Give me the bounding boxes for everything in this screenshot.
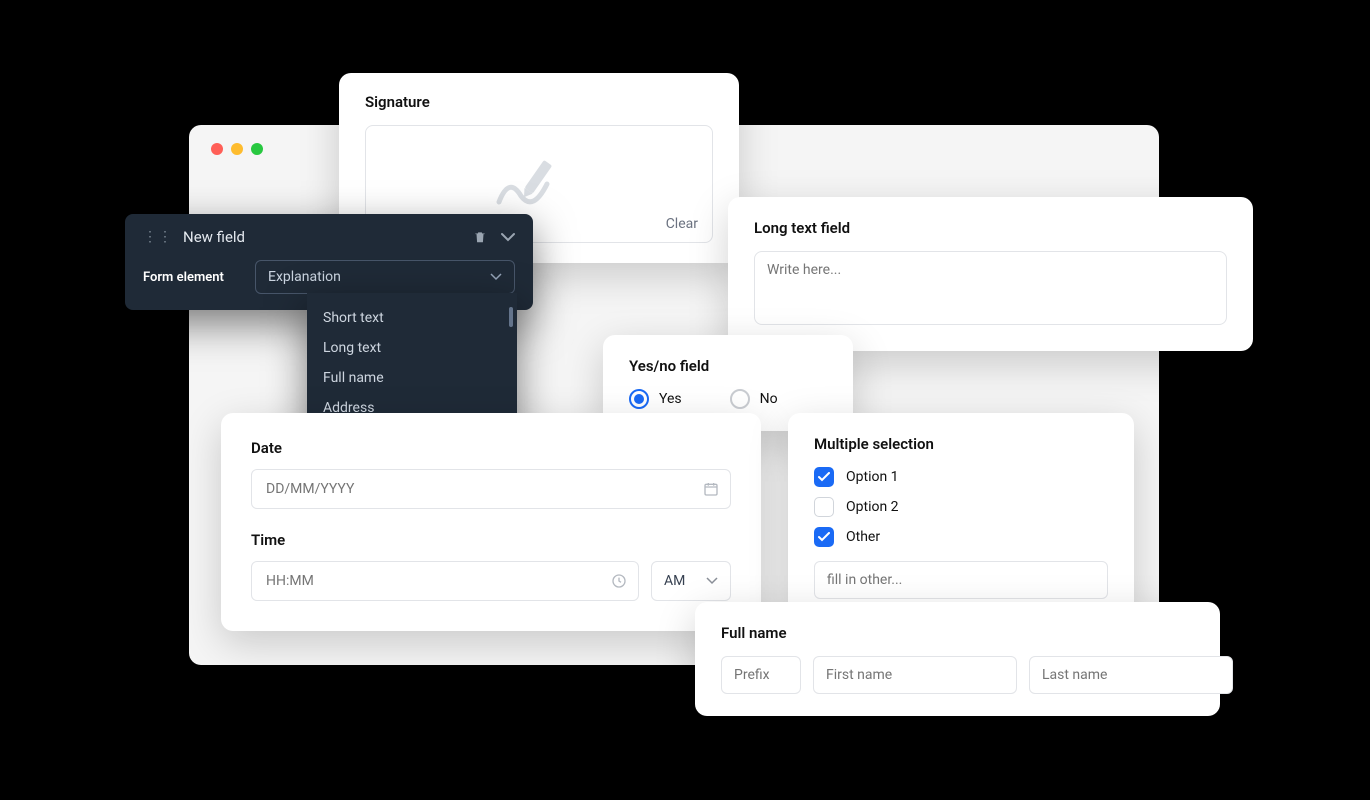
radio-icon	[629, 389, 649, 409]
trash-icon[interactable]	[473, 230, 487, 244]
chevron-down-icon[interactable]	[501, 232, 515, 242]
checkbox-option[interactable]: Option 2	[814, 497, 1108, 517]
checkbox-icon	[814, 497, 834, 517]
checkbox-option[interactable]: Other	[814, 527, 1108, 547]
checkbox-icon	[814, 467, 834, 487]
checkbox-label: Other	[846, 529, 880, 545]
dropdown-item[interactable]: Full name	[307, 363, 517, 393]
drag-handle-icon[interactable]: ⋮⋮	[143, 229, 173, 245]
dropdown-scrollbar[interactable]	[509, 307, 513, 327]
yesno-title: Yes/no field	[629, 357, 827, 375]
datetime-card: Date Time AM	[221, 413, 761, 631]
checkbox-label: Option 1	[846, 469, 899, 485]
fullname-card: Full name	[695, 602, 1220, 716]
radio-yes[interactable]: Yes	[629, 389, 682, 409]
longtext-title: Long text field	[754, 219, 1227, 237]
chevron-down-icon	[490, 273, 502, 281]
ampm-value: AM	[664, 573, 685, 589]
date-label: Date	[251, 439, 731, 457]
chevron-down-icon	[706, 577, 718, 585]
radio-yes-label: Yes	[659, 391, 682, 407]
radio-icon	[730, 389, 750, 409]
other-input[interactable]	[814, 561, 1108, 599]
longtext-card: Long text field	[728, 197, 1253, 351]
minimize-window-dot[interactable]	[231, 143, 243, 155]
time-input[interactable]	[251, 561, 639, 601]
checkbox-label: Option 2	[846, 499, 899, 515]
time-label: Time	[251, 531, 731, 549]
form-element-label: Form element	[143, 270, 235, 285]
signature-clear-button[interactable]: Clear	[666, 216, 698, 232]
signature-icon	[489, 156, 589, 212]
calendar-icon[interactable]	[703, 481, 719, 497]
longtext-textarea[interactable]	[754, 251, 1227, 325]
last-name-input[interactable]	[1029, 656, 1233, 694]
new-field-title: New field	[183, 228, 463, 246]
first-name-input[interactable]	[813, 656, 1017, 694]
radio-no[interactable]: No	[730, 389, 778, 409]
radio-no-label: No	[760, 391, 778, 407]
form-element-select[interactable]: Explanation	[255, 260, 515, 294]
clock-icon[interactable]	[611, 573, 627, 589]
checkbox-icon	[814, 527, 834, 547]
dropdown-item[interactable]: Long text	[307, 333, 517, 363]
multiple-selection-title: Multiple selection	[814, 435, 1108, 453]
date-input[interactable]	[251, 469, 731, 509]
ampm-select[interactable]: AM	[651, 561, 731, 601]
maximize-window-dot[interactable]	[251, 143, 263, 155]
close-window-dot[interactable]	[211, 143, 223, 155]
signature-title: Signature	[365, 93, 713, 111]
multiple-selection-card: Multiple selection Option 1 Option 2 Oth…	[788, 413, 1134, 621]
window-traffic-lights	[211, 143, 263, 155]
prefix-input[interactable]	[721, 656, 801, 694]
checkbox-option[interactable]: Option 1	[814, 467, 1108, 487]
fullname-title: Full name	[721, 624, 1194, 642]
form-element-selected: Explanation	[268, 269, 341, 285]
dropdown-item[interactable]: Short text	[307, 303, 517, 333]
